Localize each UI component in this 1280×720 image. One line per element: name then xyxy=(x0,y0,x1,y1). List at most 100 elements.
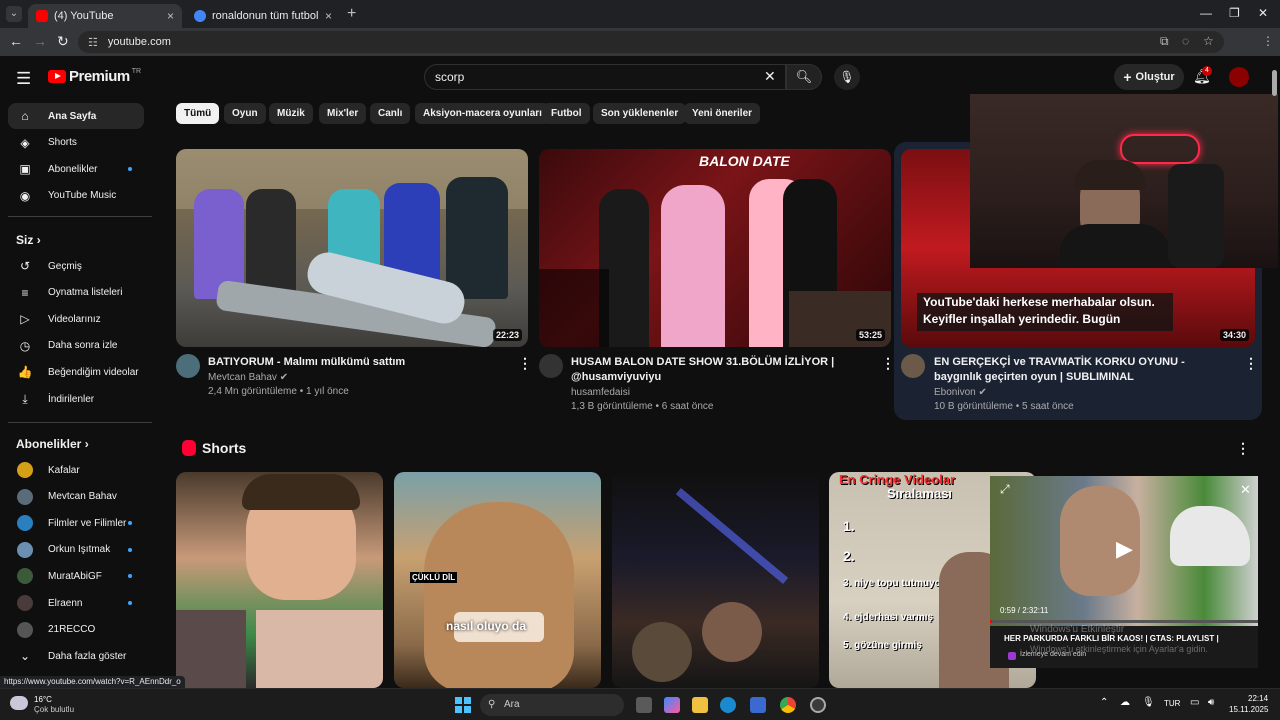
short-card[interactable]: ÇÜKLÜ DİL nasıl oluyo da xyxy=(394,472,601,688)
subscription-channel[interactable]: MuratAbiGF xyxy=(8,563,144,589)
tab-close-icon[interactable]: × xyxy=(167,9,174,23)
weather-cloud-icon[interactable] xyxy=(10,696,28,710)
chip-filter[interactable]: Son yüklenenler xyxy=(593,103,687,124)
more-actions-icon[interactable]: ⋮ xyxy=(518,355,532,372)
back-icon[interactable]: ← xyxy=(9,33,23,49)
video-thumbnail[interactable]: BALON DATE 53:25 xyxy=(539,149,891,347)
page-scrollbar[interactable] xyxy=(1272,70,1277,96)
short-caption: ÇÜKLÜ DİL xyxy=(410,572,458,583)
sidebar-item-shorts[interactable]: ◈ Shorts xyxy=(8,130,144,156)
you-heading[interactable]: Siz › xyxy=(16,233,41,247)
task-view-icon[interactable] xyxy=(636,697,652,713)
sidebar-item-downloads[interactable]: ⤓ İndirilenler xyxy=(8,386,144,412)
sidebar-item-watch-later[interactable]: ◷ Daha sonra izle xyxy=(8,333,144,359)
install-app-icon[interactable]: ⧉ xyxy=(1160,34,1169,49)
sidebar-item-your-videos[interactable]: ▷ Videolarınız xyxy=(8,306,144,332)
shorts-more-icon[interactable]: ⋮ xyxy=(1236,440,1250,457)
clock-time[interactable]: 22:14 xyxy=(1248,694,1268,703)
menu-icon[interactable]: ☰ xyxy=(16,69,31,89)
sidebar-item-music[interactable]: ◉ YouTube Music xyxy=(8,183,144,209)
reload-icon[interactable]: ↻ xyxy=(57,33,69,50)
play-icon[interactable]: ▶ xyxy=(1116,536,1133,562)
subscription-channel[interactable]: Mevtcan Bahav xyxy=(8,484,144,510)
address-bar[interactable]: ☷ youtube.com xyxy=(78,31,1224,53)
chip-filter[interactable]: Canlı xyxy=(370,103,411,124)
create-button[interactable]: + Oluştur xyxy=(1114,64,1184,90)
network-icon[interactable]: ▭ xyxy=(1190,697,1199,708)
sidebar-item-playlists[interactable]: ≡ Oynatma listeleri xyxy=(8,280,144,306)
site-info-icon[interactable]: ☷ xyxy=(88,36,98,49)
tab-search-button[interactable]: ⌄ xyxy=(6,6,22,22)
steam-icon[interactable] xyxy=(810,697,826,713)
channel-name[interactable]: Ebonivon ✔ xyxy=(934,387,987,398)
volume-icon[interactable]: 🔊︎ xyxy=(1208,697,1214,708)
tab-youtube[interactable]: (4) YouTube × xyxy=(28,4,182,28)
tracking-protection-icon[interactable]: ◌ xyxy=(1182,34,1189,48)
video-title[interactable]: EN GERÇEKÇİ ve TRAVMATİK KORKU OYUNU - b… xyxy=(934,355,1234,385)
subscription-channel[interactable]: Orkun Işıtmak xyxy=(8,537,144,563)
subscription-channel[interactable]: Kafalar xyxy=(8,457,144,483)
tab-google-search[interactable]: ronaldonun tüm futbol geçmişi × xyxy=(186,4,340,28)
copilot-icon[interactable] xyxy=(664,697,680,713)
edge-icon[interactable] xyxy=(720,697,736,713)
chip-filter[interactable]: Müzik xyxy=(269,103,313,124)
clock-date[interactable]: 15.11.2025 xyxy=(1229,705,1268,714)
channel-avatar[interactable] xyxy=(901,354,925,378)
youtube-premium-logo[interactable]: Premium TR xyxy=(48,68,141,85)
mic-tray-icon[interactable]: 🎙︎ xyxy=(1142,697,1155,708)
sidebar-item-home[interactable]: ⌂ Ana Sayfa xyxy=(8,103,144,129)
chip-filter[interactable]: Aksiyon-macera oyunları xyxy=(415,103,550,124)
subscription-channel[interactable]: Filmler ve Filimler xyxy=(8,510,144,536)
subscription-channel[interactable]: 21RECCO xyxy=(8,617,144,643)
channel-avatar[interactable] xyxy=(176,354,200,378)
show-more-button[interactable]: ⌄ Daha fazla göster xyxy=(8,643,144,669)
chip-filter[interactable]: Tümü xyxy=(176,103,220,124)
more-actions-icon[interactable]: ⋮ xyxy=(881,355,895,372)
video-title[interactable]: BATIYORUM - Malımı mülkümü sattım xyxy=(208,355,508,370)
voice-search-button[interactable]: 🎙︎ xyxy=(834,64,860,90)
bookmark-star-icon[interactable]: ☆ xyxy=(1203,34,1214,48)
browser-menu-icon[interactable]: ⋮ xyxy=(1262,34,1274,48)
video-title[interactable]: HUSAM BALON DATE SHOW 31.BÖLÜM İZLİYOR |… xyxy=(571,355,871,385)
input-language[interactable]: TUR xyxy=(1164,699,1180,708)
channel-name[interactable]: husamfedaisi xyxy=(571,387,630,398)
short-card[interactable] xyxy=(176,472,383,688)
chip-filter[interactable]: Futbol xyxy=(543,103,590,124)
sidebar-item-liked[interactable]: 👍 Beğendiğim videolar xyxy=(8,359,144,385)
miniplayer[interactable]: ⤢ ✕ ▶ 0:59 / 2:32:11 Windows'u Etkinleşt… xyxy=(990,476,1258,668)
sidebar-item-history[interactable]: ↺ Geçmiş xyxy=(8,253,144,279)
sidebar-item-subscriptions[interactable]: ▣ Abonelikler xyxy=(8,156,144,182)
video-thumbnail[interactable]: 22:23 xyxy=(176,149,528,347)
taskbar-search[interactable]: ⚲ Ara xyxy=(480,694,624,716)
miniplayer-progress[interactable] xyxy=(990,620,992,623)
clear-search-icon[interactable]: ✕ xyxy=(764,68,776,85)
cloud-icon[interactable]: ☁ xyxy=(1120,697,1130,708)
forward-icon[interactable]: → xyxy=(33,33,47,49)
store-icon[interactable] xyxy=(750,697,766,713)
chrome-icon[interactable] xyxy=(780,697,796,713)
tray-overflow-icon[interactable]: ⌃ xyxy=(1100,697,1108,708)
chip-filter[interactable]: Mix'ler xyxy=(319,103,367,124)
subscription-channel[interactable]: Elraenn xyxy=(8,590,144,616)
search-input[interactable]: scorp xyxy=(424,64,786,90)
restore-icon[interactable]: ❐ xyxy=(1229,6,1240,20)
window-close-icon[interactable]: ✕ xyxy=(1258,6,1268,20)
channel-name[interactable]: Mevtcan Bahav ✔ xyxy=(208,372,288,383)
continue-watching-link[interactable]: İzlemeye devam edin xyxy=(1020,651,1086,658)
file-explorer-icon[interactable] xyxy=(692,697,708,713)
close-miniplayer-icon[interactable]: ✕ xyxy=(1240,482,1251,498)
chip-filter[interactable]: Oyun xyxy=(224,103,266,124)
subscriptions-heading[interactable]: Abonelikler › xyxy=(16,437,89,451)
search-button[interactable]: 🔍︎ xyxy=(786,64,822,90)
chip-filter[interactable]: Yeni öneriler xyxy=(684,103,761,124)
short-card[interactable] xyxy=(612,472,819,688)
tab-close-icon[interactable]: × xyxy=(325,9,332,23)
search-icon: 🔍︎ xyxy=(795,69,813,84)
new-tab-button[interactable]: + xyxy=(347,5,356,23)
channel-avatar[interactable] xyxy=(539,354,563,378)
account-avatar[interactable] xyxy=(1229,67,1249,87)
minimize-icon[interactable]: — xyxy=(1200,6,1212,20)
more-actions-icon[interactable]: ⋮ xyxy=(1244,355,1258,372)
start-menu-icon[interactable] xyxy=(455,697,471,713)
expand-miniplayer-icon[interactable]: ⤢ xyxy=(1000,482,1010,497)
